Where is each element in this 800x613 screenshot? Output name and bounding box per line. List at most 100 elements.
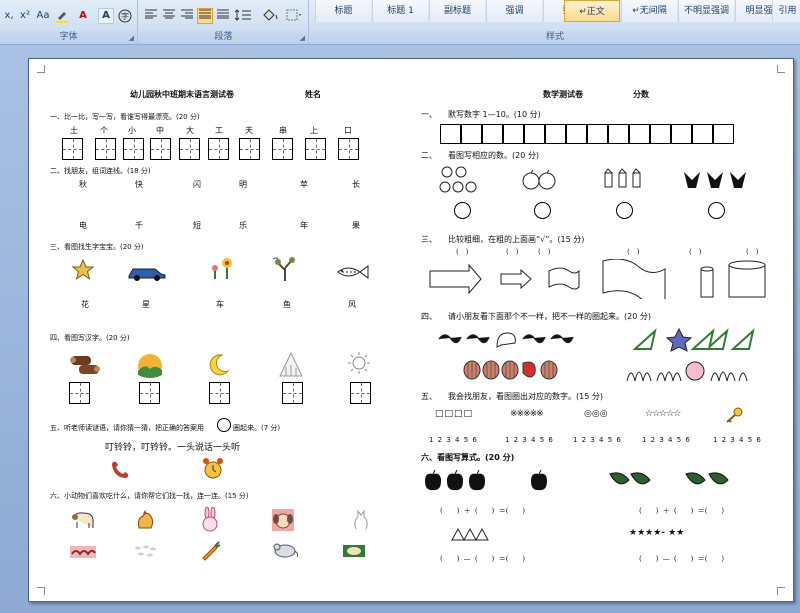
cn-question-5-part-a: 五、听老师读谜语，请你猜一猜，把正确的答案用 bbox=[50, 424, 204, 432]
digit-box[interactable] bbox=[461, 124, 482, 144]
style-normal-label: 正文 bbox=[586, 7, 605, 17]
digit-box[interactable] bbox=[692, 124, 713, 144]
thin-arrow-icon bbox=[500, 268, 532, 290]
equation-line[interactable]: ( ) ＋ ( ) ＝( ) bbox=[440, 506, 525, 516]
distributed-icon bbox=[217, 9, 229, 19]
answer-circle[interactable] bbox=[534, 202, 551, 219]
style-heading-1[interactable]: 标题 1 bbox=[372, 0, 428, 22]
font-color-button[interactable]: A bbox=[74, 8, 92, 24]
writing-cell[interactable] bbox=[208, 138, 229, 160]
writing-cell[interactable] bbox=[150, 138, 171, 160]
writing-cell[interactable] bbox=[239, 138, 260, 160]
digit-box[interactable] bbox=[671, 124, 692, 144]
distributed-button[interactable] bbox=[215, 8, 231, 24]
digit-box[interactable] bbox=[524, 124, 545, 144]
number-choices[interactable]: 1 2 3 4 5 6 bbox=[505, 436, 554, 444]
align-left-button[interactable] bbox=[143, 8, 159, 24]
character-border-button[interactable]: A bbox=[98, 8, 114, 24]
writing-cell[interactable] bbox=[282, 382, 303, 404]
digit-box[interactable] bbox=[608, 124, 629, 144]
q2-word: 电 bbox=[79, 221, 87, 230]
number-choices[interactable]: 1 2 3 4 5 6 bbox=[642, 436, 691, 444]
writing-cell[interactable] bbox=[123, 138, 144, 160]
paragraph-dialog-launcher-icon[interactable]: ◢ bbox=[300, 34, 305, 42]
borders-button[interactable] bbox=[283, 8, 305, 24]
writing-cell[interactable] bbox=[209, 382, 230, 404]
q2-word: 明 bbox=[239, 180, 247, 189]
q2-word: 果 bbox=[352, 221, 360, 230]
align-center-button[interactable] bbox=[161, 8, 177, 24]
highlighter-icon bbox=[56, 12, 68, 23]
writing-cell[interactable] bbox=[350, 382, 371, 404]
digit-box[interactable] bbox=[566, 124, 587, 144]
writing-cell[interactable] bbox=[95, 138, 116, 160]
check-paren[interactable]: ( ) bbox=[746, 247, 758, 257]
writing-cell[interactable] bbox=[305, 138, 326, 160]
equation-line[interactable]: ( ) — ( ) ＝( ) bbox=[639, 554, 724, 564]
writing-cell[interactable] bbox=[179, 138, 200, 160]
chinese-test-title: 幼儿园秋中班期末语言测试卷 bbox=[130, 90, 234, 99]
style-heading[interactable]: 标题 bbox=[315, 0, 371, 22]
writing-cell[interactable] bbox=[338, 138, 359, 160]
answer-circle[interactable] bbox=[454, 202, 471, 219]
digit-box[interactable] bbox=[587, 124, 608, 144]
odd-one-out-grass-row bbox=[626, 361, 748, 382]
equation-line[interactable]: ( ) ＋ ( ) ＝( ) bbox=[639, 506, 724, 516]
answer-circle[interactable] bbox=[616, 202, 633, 219]
digit-box[interactable] bbox=[482, 124, 503, 144]
line-spacing-button[interactable] bbox=[233, 8, 255, 24]
change-case-button[interactable]: Aa bbox=[34, 8, 52, 24]
writing-cell[interactable] bbox=[62, 138, 83, 160]
style-subtitle[interactable]: 副标题 bbox=[429, 0, 485, 22]
check-paren[interactable]: ( ) bbox=[456, 247, 468, 257]
style-quote[interactable]: 引用 bbox=[772, 0, 800, 22]
subscript-button[interactable]: x, bbox=[2, 8, 16, 24]
answer-circle[interactable] bbox=[708, 202, 725, 219]
cn-question-3: 三、看图找生字宝宝。(20 分) bbox=[50, 243, 144, 251]
digit-box[interactable] bbox=[629, 124, 650, 144]
shading-button[interactable] bbox=[259, 8, 281, 24]
font-dialog-launcher-icon[interactable]: ◢ bbox=[129, 34, 134, 42]
q5-circles: ◎◎◎ bbox=[584, 409, 608, 419]
writing-cell[interactable] bbox=[139, 382, 160, 404]
enclose-character-button[interactable]: 字 bbox=[117, 8, 133, 24]
digit-box[interactable] bbox=[713, 124, 734, 144]
q5-stars: ☆☆☆☆☆ bbox=[645, 409, 681, 419]
superscript-button[interactable]: x² bbox=[18, 8, 32, 24]
number-choices[interactable]: 1 2 3 4 5 6 bbox=[573, 436, 622, 444]
align-right-button[interactable] bbox=[179, 8, 195, 24]
writing-cell[interactable] bbox=[69, 382, 90, 404]
check-paren[interactable]: ( ) bbox=[627, 247, 639, 257]
star-icon bbox=[72, 259, 94, 281]
cow-icon bbox=[72, 512, 94, 528]
justify-button[interactable] bbox=[197, 8, 213, 24]
check-paren[interactable]: ( ) bbox=[689, 247, 701, 257]
triangles-row-icon bbox=[451, 527, 489, 541]
digit-box[interactable] bbox=[545, 124, 566, 144]
line-spacing-icon bbox=[234, 9, 251, 21]
digit-box[interactable] bbox=[503, 124, 524, 144]
digit-box[interactable] bbox=[440, 124, 461, 144]
check-paren[interactable]: ( ) bbox=[506, 247, 518, 257]
align-right-icon bbox=[181, 9, 193, 19]
writing-cell[interactable] bbox=[272, 138, 293, 160]
q1-char: 大 bbox=[186, 126, 194, 135]
style-normal[interactable]: ↵正文 bbox=[564, 0, 620, 22]
number-choices[interactable]: 1 2 3 4 5 6 bbox=[713, 436, 762, 444]
q3-word: 花 bbox=[81, 300, 89, 309]
equation-line[interactable]: ( ) — ( ) ＝( ) bbox=[440, 554, 525, 564]
number-choices[interactable]: 1 2 3 4 5 6 bbox=[429, 436, 478, 444]
digit-box[interactable] bbox=[650, 124, 671, 144]
wood-logs-icon bbox=[70, 356, 100, 374]
check-paren[interactable]: ( ) bbox=[538, 247, 550, 257]
style-subtle-emphasis[interactable]: 不明显强调 bbox=[678, 0, 734, 22]
sunset-landscape-icon bbox=[138, 354, 162, 378]
style-emphasis[interactable]: 强调 bbox=[486, 0, 542, 22]
document-page[interactable]: 幼儿园秋中班期末语言测试卷 姓名 一、比一比，写一写，看谁写得最漂亮。(20 分… bbox=[28, 58, 794, 602]
odd-one-out-ants-row bbox=[438, 332, 574, 348]
highlight-color-button[interactable] bbox=[54, 8, 70, 24]
style-no-spacing[interactable]: ↵无间隔 bbox=[621, 0, 677, 22]
candies-group-icon bbox=[604, 168, 641, 188]
cn-question-4: 四、看图写汉字。(20 分) bbox=[50, 334, 130, 342]
style-no-spacing-label: 无间隔 bbox=[639, 6, 667, 16]
